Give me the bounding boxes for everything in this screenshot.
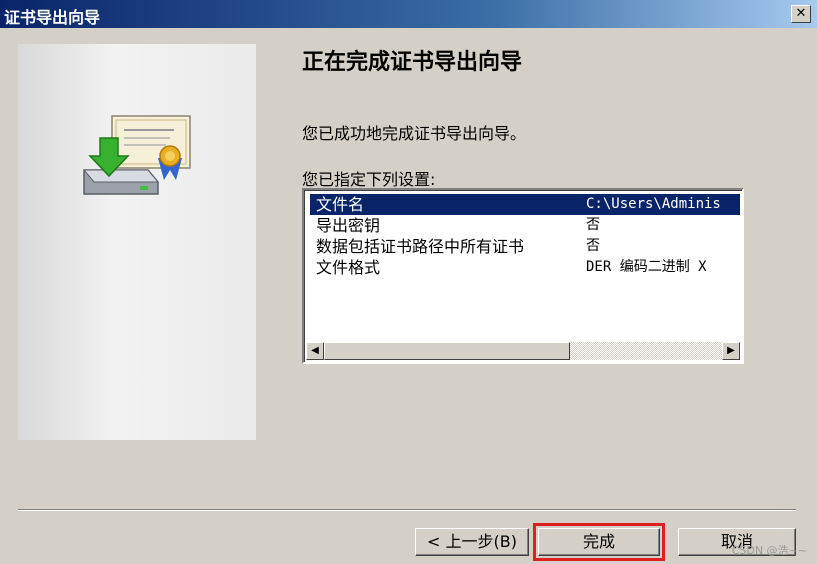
button-separator [18,509,796,511]
settings-row-include-chain[interactable]: 数据包括证书路径中所有证书 否 [310,236,740,257]
title-bar: 证书导出向导 ✕ [0,0,817,28]
certificate-export-icon [82,115,191,195]
setting-value: 否 [586,217,600,233]
setting-name: 文件格式 [316,258,381,277]
settings-row-file-format[interactable]: 文件格式 DER 编码二进制 X [310,257,740,278]
horizontal-scrollbar[interactable]: ◀ ▶ [306,342,740,360]
window-title: 证书导出向导 [4,8,101,27]
back-button[interactable]: < 上一步(B) [415,528,529,556]
setting-value: 否 [586,238,600,254]
scrollbar-thumb[interactable] [324,342,570,360]
close-icon: ✕ [795,6,807,21]
settings-label: 您已指定下列设置: [302,170,436,189]
setting-name: 导出密钥 [316,216,381,235]
scroll-left-button[interactable]: ◀ [306,342,324,360]
wizard-heading: 正在完成证书导出向导 [302,50,523,75]
scroll-right-button[interactable]: ▶ [722,342,740,360]
settings-row-filename[interactable]: 文件名 C:\Users\Adminis [310,194,740,215]
settings-list[interactable]: 文件名 C:\Users\Adminis 导出密钥 否 数据包括证书路径中所有证… [302,188,744,364]
setting-value: DER 编码二进制 X [586,259,707,275]
setting-value: C:\Users\Adminis [586,196,721,212]
wizard-side-panel [18,44,256,440]
close-button[interactable]: ✕ [791,5,811,23]
arrow-left-icon: ◀ [311,345,319,356]
setting-name: 数据包括证书路径中所有证书 [316,237,525,256]
arrow-right-icon: ▶ [727,345,735,356]
watermark: CSDN @浩~~ [731,544,807,557]
setting-name: 文件名 [316,195,365,214]
success-message: 您已成功地完成证书导出向导。 [302,124,527,143]
finish-button[interactable]: 完成 [533,523,665,561]
settings-row-export-key[interactable]: 导出密钥 否 [310,215,740,236]
